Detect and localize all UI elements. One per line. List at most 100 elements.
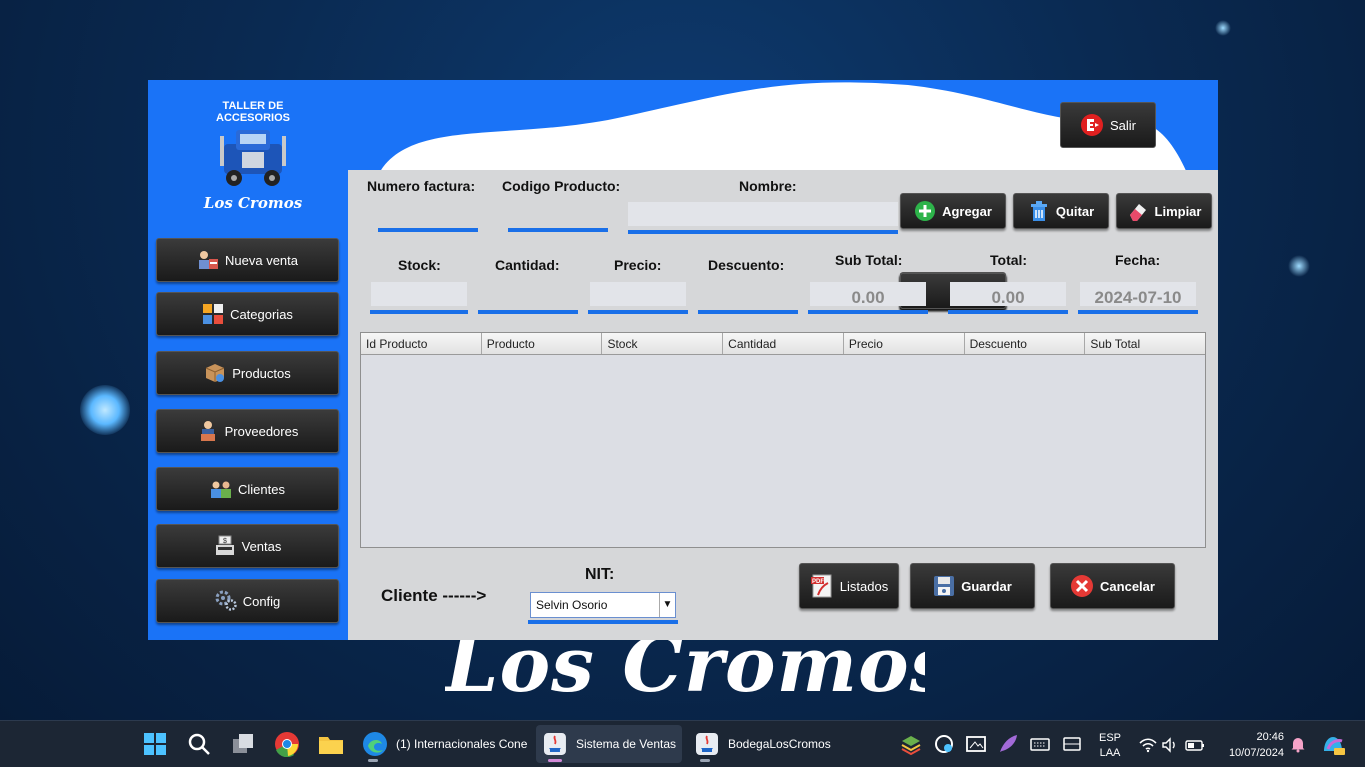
categories-icon xyxy=(203,304,224,324)
cancelar-button[interactable]: Cancelar xyxy=(1050,563,1175,609)
task-view-icon[interactable] xyxy=(230,731,256,757)
sidebar-item-label: Ventas xyxy=(241,538,282,554)
copilot-icon[interactable] xyxy=(1320,731,1346,757)
running-indicator xyxy=(700,759,710,762)
numero-factura-field[interactable] xyxy=(378,200,478,232)
quitar-button[interactable]: Quitar xyxy=(1013,193,1109,229)
bluestacks-icon[interactable] xyxy=(900,733,922,755)
products-table[interactable]: Id Producto Producto Stock Cantidad Prec… xyxy=(360,332,1206,548)
trash-icon xyxy=(1030,201,1047,221)
chrome-icon[interactable] xyxy=(274,731,300,757)
client-select-underline xyxy=(528,620,678,624)
nit-label: NIT: xyxy=(585,566,615,583)
background-glow xyxy=(80,385,130,435)
salir-label: Salir xyxy=(1109,117,1136,133)
sidebar-item-proveedores[interactable]: Proveedores xyxy=(156,409,339,453)
clock[interactable]: 20:46 10/07/2024 xyxy=(1216,729,1284,761)
supplier-icon xyxy=(200,421,215,441)
pdf-icon: PDF xyxy=(810,574,832,598)
sidebar-item-categorias[interactable]: Categorias xyxy=(156,292,339,336)
nombre-field[interactable] xyxy=(628,202,898,234)
cancelar-label: Cancelar xyxy=(1100,578,1155,594)
sidebar-item-productos[interactable]: Productos xyxy=(156,351,339,395)
taskbar-app-label: BodegaLosCromos xyxy=(728,737,831,751)
precio-field[interactable] xyxy=(588,282,688,314)
logo-bottom-text: Los Cromos xyxy=(203,194,303,212)
column-header[interactable]: Descuento xyxy=(965,333,1086,354)
screenshot-icon[interactable] xyxy=(965,733,987,755)
cantidad-field[interactable] xyxy=(478,282,578,314)
limpiar-label: Limpiar xyxy=(1154,203,1202,219)
table-header: Id Producto Producto Stock Cantidad Prec… xyxy=(361,333,1205,355)
taskbar-app-edge[interactable]: (1) Internacionales Cone xyxy=(356,725,533,763)
notification-bell-icon[interactable] xyxy=(1289,735,1307,753)
sidebar-item-ventas[interactable]: $ Ventas xyxy=(156,524,339,568)
guardar-button[interactable]: Guardar xyxy=(910,563,1035,609)
column-header[interactable]: Id Producto xyxy=(361,333,482,354)
truck-icon xyxy=(220,130,286,186)
descuento-field[interactable] xyxy=(698,282,798,314)
file-explorer-icon[interactable] xyxy=(318,731,344,757)
salir-button[interactable]: Salir xyxy=(1060,102,1156,148)
taskbar-app-label: (1) Internacionales Cone xyxy=(396,737,528,751)
sidebar-item-label: Productos xyxy=(232,365,291,381)
column-header[interactable]: Stock xyxy=(602,333,724,354)
numero-factura-label: Numero factura: xyxy=(367,178,476,194)
taskbar-app-bodega[interactable]: BodegaLosCromos xyxy=(688,725,837,763)
background-glow xyxy=(1288,255,1310,277)
limpiar-button[interactable]: Limpiar xyxy=(1116,193,1212,229)
column-header[interactable]: Cantidad xyxy=(723,333,844,354)
agregar-button[interactable]: Agregar xyxy=(900,193,1006,229)
save-icon xyxy=(934,576,955,596)
column-header[interactable]: Producto xyxy=(482,333,603,354)
sidebar-item-label: Config xyxy=(242,593,281,609)
volume-icon[interactable] xyxy=(1160,735,1180,755)
sidebar-item-nueva-venta[interactable]: Nueva venta xyxy=(156,238,339,282)
sales-window: TALLER DE ACCESORIOS Los Cromos Salir Nu… xyxy=(148,80,1218,640)
box-icon xyxy=(206,364,225,382)
nombre-label: Nombre: xyxy=(739,178,797,194)
sidebar-item-label: Nueva venta xyxy=(225,252,298,268)
client-select[interactable]: Selvin Osorio ▼ xyxy=(530,592,676,618)
feather-icon[interactable] xyxy=(997,733,1019,755)
edge-icon xyxy=(363,732,387,756)
clients-icon xyxy=(211,481,232,498)
stock-label: Stock: xyxy=(398,257,441,273)
sidebar-item-label: Clientes xyxy=(238,481,285,497)
fecha-field: 2024-07-10 xyxy=(1078,282,1198,314)
column-header[interactable]: Sub Total xyxy=(1085,333,1205,354)
subtotal-value: 0.00 xyxy=(851,288,885,307)
taskbar-app-sistema-ventas[interactable]: Sistema de Ventas xyxy=(536,725,682,763)
language-indicator[interactable]: ESP LAA xyxy=(1096,731,1124,761)
display-icon[interactable] xyxy=(1061,733,1083,755)
codigo-producto-label: Codigo Producto: xyxy=(502,178,621,194)
subtotal-field: 0.00 xyxy=(808,282,928,314)
stock-field[interactable] xyxy=(370,282,468,314)
codigo-producto-field[interactable] xyxy=(508,200,608,232)
wifi-icon[interactable] xyxy=(1138,735,1158,755)
sidebar-item-config[interactable]: Config xyxy=(156,579,339,623)
cantidad-label: Cantidad: xyxy=(495,257,560,273)
add-icon xyxy=(915,201,936,221)
java-icon xyxy=(696,733,718,755)
cashier-icon xyxy=(199,251,218,269)
sidebar-item-clientes[interactable]: Clientes xyxy=(156,467,339,511)
lang-top: ESP xyxy=(1098,732,1121,744)
cliente-label: Cliente ------> xyxy=(381,586,487,605)
keyboard-icon[interactable] xyxy=(1029,733,1051,755)
windows-start-icon[interactable] xyxy=(142,731,168,757)
total-field: 0.00 xyxy=(948,282,1068,314)
fecha-value: 2024-07-10 xyxy=(1094,288,1182,307)
register-icon: $ xyxy=(215,535,234,555)
battery-icon[interactable] xyxy=(1184,735,1206,755)
search-icon[interactable] xyxy=(186,731,212,757)
cancel-icon xyxy=(1071,575,1094,597)
chevron-down-icon[interactable]: ▼ xyxy=(659,593,675,617)
subtotal-label: Sub Total: xyxy=(835,252,903,268)
clock-time: 20:46 xyxy=(1256,731,1284,743)
listados-button[interactable]: PDF Listados xyxy=(799,563,899,609)
fecha-label: Fecha: xyxy=(1115,252,1161,268)
headset-icon[interactable] xyxy=(933,733,955,755)
column-header[interactable]: Precio xyxy=(844,333,965,354)
clock-date: 10/07/2024 xyxy=(1228,747,1284,759)
